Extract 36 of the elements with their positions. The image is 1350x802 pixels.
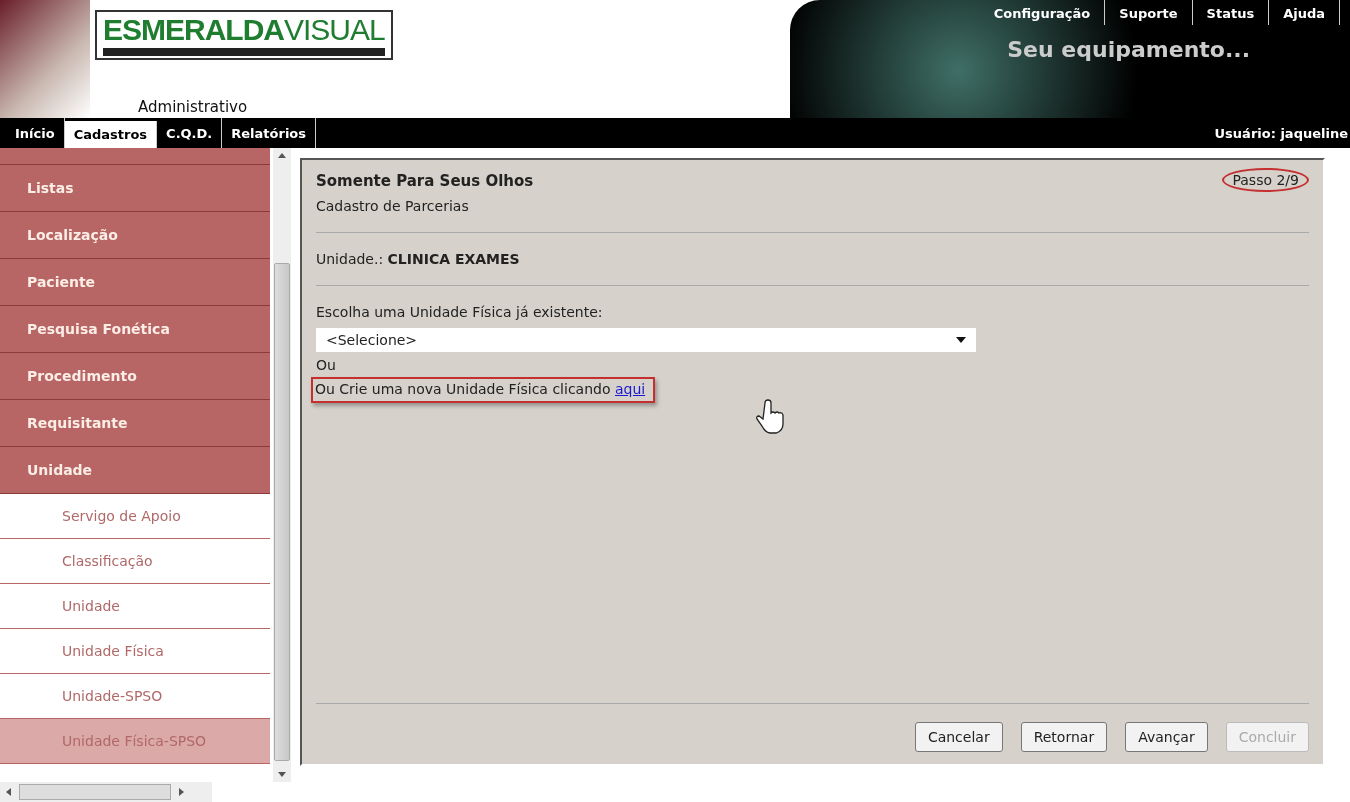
sidebar-item[interactable]: Requisitante: [0, 400, 270, 447]
wizard-button[interactable]: Avançar: [1125, 722, 1208, 752]
top-link[interactable]: Configuração: [979, 0, 1106, 25]
sidebar-item[interactable]: Unidade: [0, 447, 270, 494]
panel-title: Somente Para Seus Olhos: [316, 172, 534, 190]
sidebar-item[interactable]: Listas: [0, 165, 270, 212]
scroll-up-arrow-icon[interactable]: [278, 153, 286, 158]
step-indicator: Passo 2/9: [1222, 168, 1309, 192]
logo: ESMERALDAVISUAL: [95, 10, 393, 60]
top-link[interactable]: Suporte: [1105, 0, 1193, 25]
banner-text: Seu equipamento...: [1007, 37, 1250, 62]
top-link[interactable]: Status: [1192, 0, 1270, 25]
app-subtitle: Administrativo: [138, 98, 248, 116]
unit-label: Unidade.: CLINICA EXAMES: [316, 251, 521, 267]
sidebar-item[interactable]: Procedimento: [0, 353, 270, 400]
horizontal-scrollbar[interactable]: [0, 782, 212, 802]
top-link[interactable]: Ajuda: [1269, 0, 1340, 25]
select-label: Escolha uma Unidade Física já existente:: [316, 304, 604, 320]
sidebar-item[interactable]: Paciente: [0, 259, 270, 306]
create-link[interactable]: aqui: [614, 381, 646, 397]
scroll-right-arrow-icon[interactable]: [179, 788, 184, 796]
sidebar-item[interactable]: Pesquisa Fonética: [0, 306, 270, 353]
hand-cursor-icon: [756, 399, 786, 435]
or-text: Ou: [316, 357, 337, 373]
user-label: Usuário: jaqueline: [1214, 125, 1349, 141]
scroll-down-arrow-icon[interactable]: [278, 772, 286, 777]
vertical-scrollbar[interactable]: [273, 148, 291, 782]
scroll-left-arrow-icon[interactable]: [6, 788, 11, 796]
wizard-button[interactable]: Cancelar: [914, 722, 1003, 752]
sidebar-item[interactable]: Localização: [0, 212, 270, 259]
wizard-button[interactable]: Retornar: [1020, 722, 1108, 752]
dropdown-caret-icon: [956, 337, 966, 343]
create-text: Ou Crie uma nova Unidade Física clicando aqui: [311, 377, 656, 403]
nav-tab[interactable]: Cadastros: [64, 121, 158, 148]
unit-select[interactable]: <Selecione>: [316, 328, 976, 352]
panel-subtitle: Cadastro de Parcerias: [316, 198, 470, 214]
